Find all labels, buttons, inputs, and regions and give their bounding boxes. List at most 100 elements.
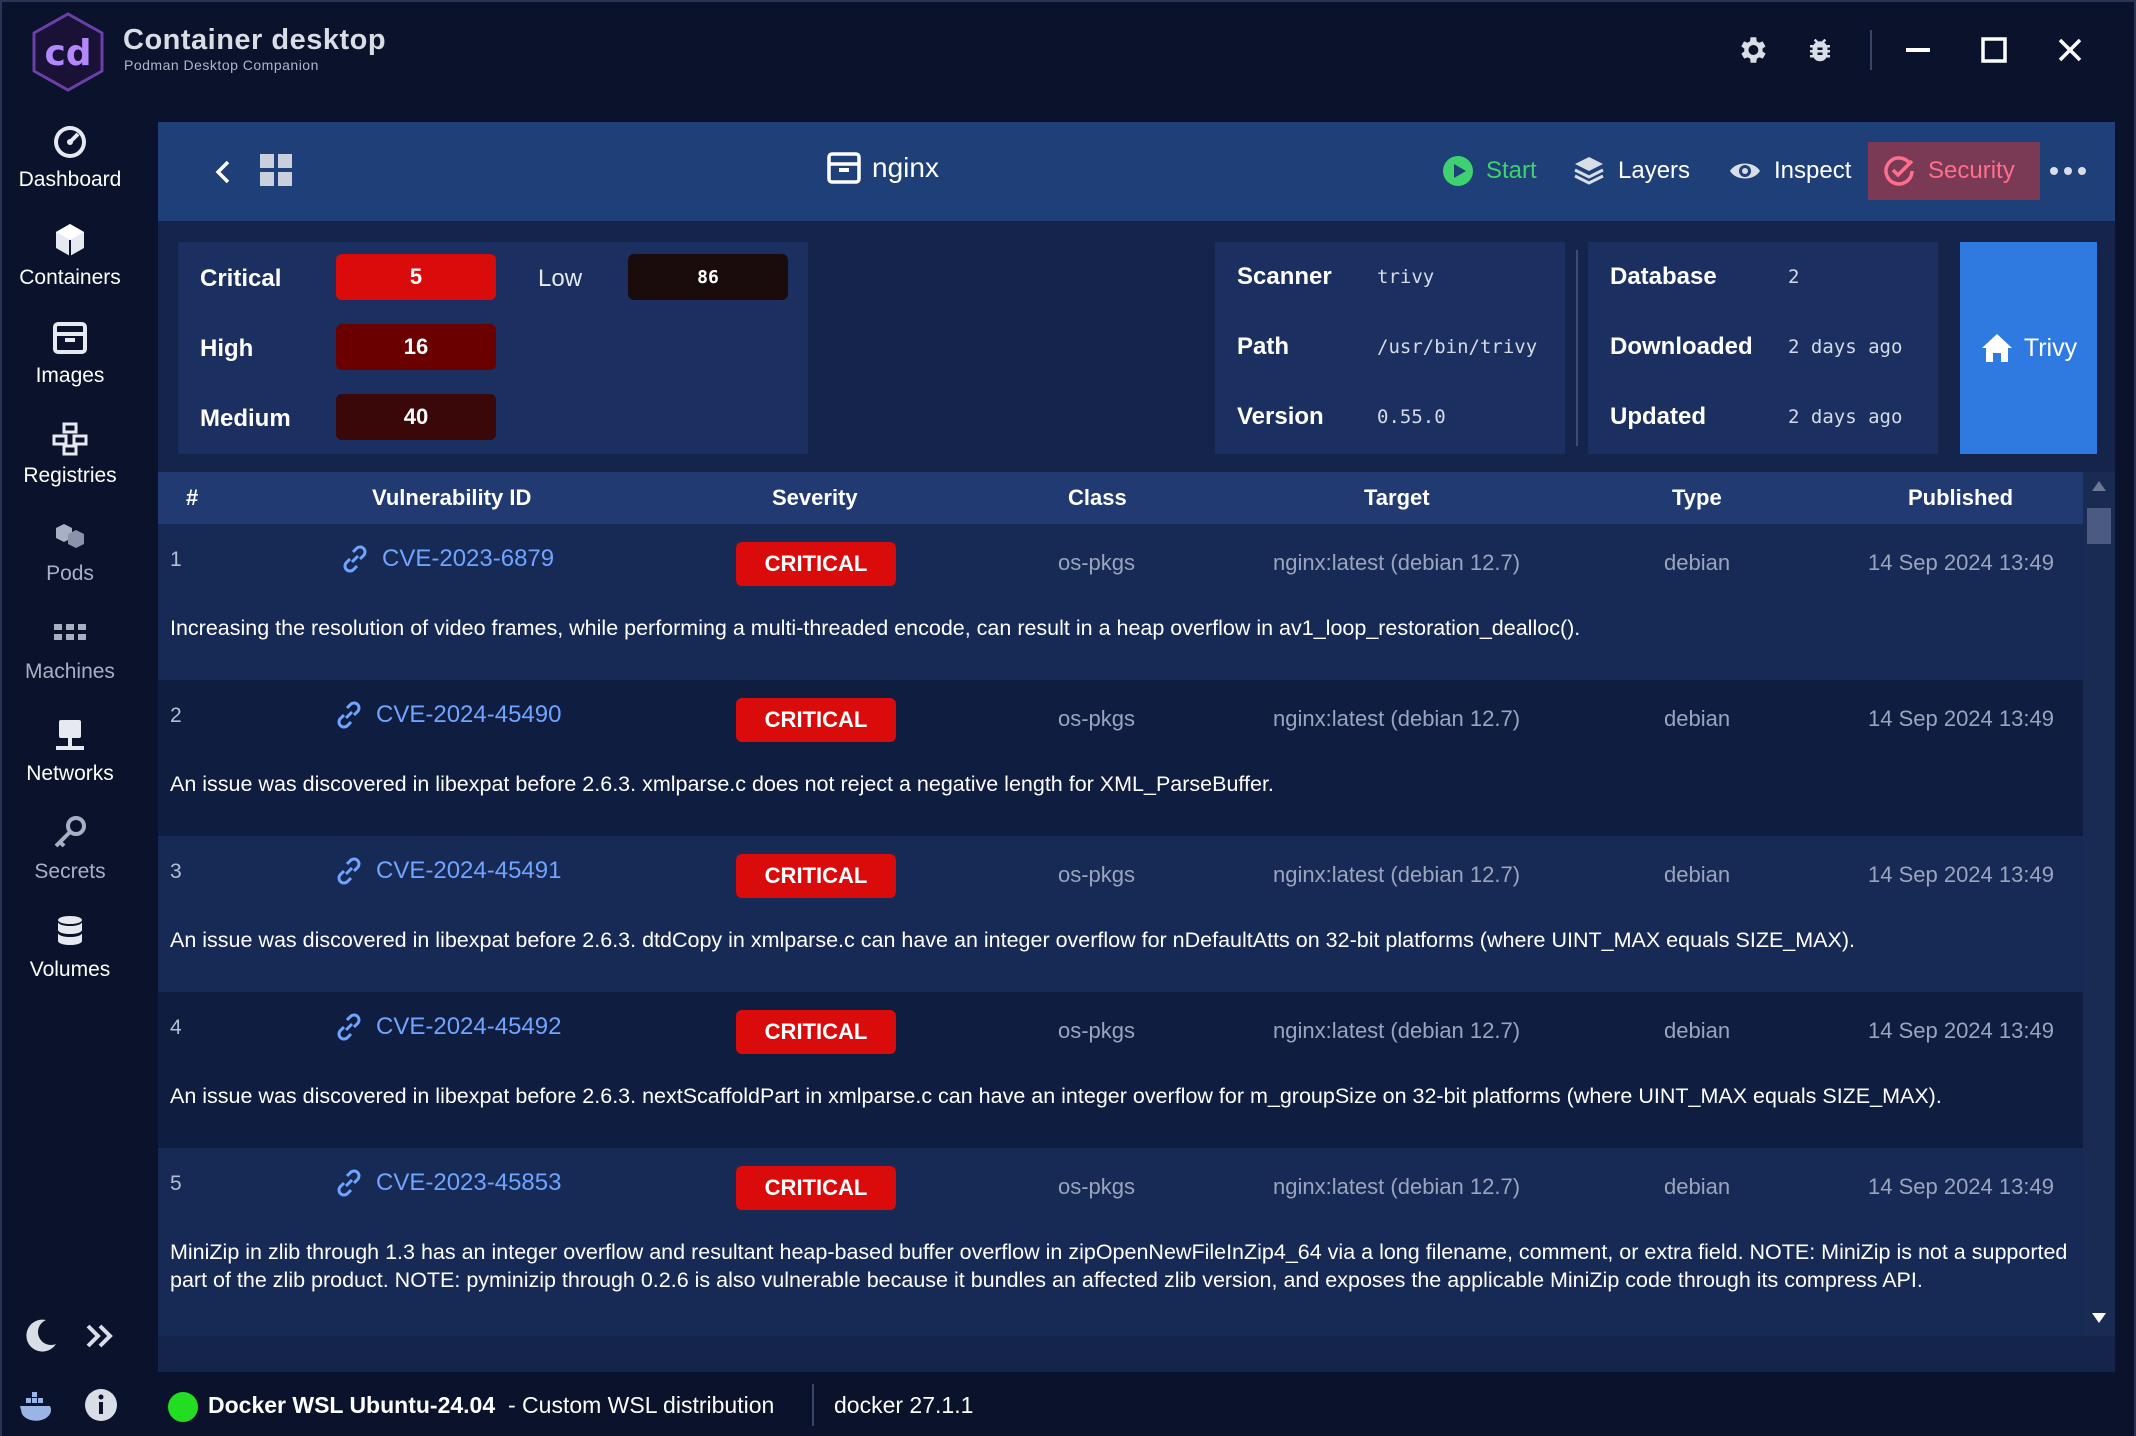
table-header: # Vulnerability ID Severity Class Target… [158,472,2083,524]
class-cell: os-pkgs [1058,706,1136,731]
sidebar-item-pods[interactable]: Pods [2,516,138,606]
target-cell: nginx:latest (debian 12.7) [1273,862,1521,887]
expand-sidebar-icon[interactable] [78,1314,122,1358]
link-icon [337,1013,361,1041]
row-index: 3 [170,860,182,883]
target-cell: nginx:latest (debian 12.7) [1273,1018,1521,1043]
database-label: Database [1610,263,1717,290]
security-button[interactable]: Security [1868,142,2040,200]
pods-icon [56,524,84,548]
sidebar-item-images[interactable]: Images [2,318,138,408]
scroll-thumb[interactable] [2087,508,2111,544]
col-severity-header[interactable]: Severity [772,472,858,524]
layers-button[interactable]: Layers [1558,142,1704,200]
scanner-value: trivy [1377,266,1435,288]
status-indicator-icon [168,1392,198,1422]
info-icon[interactable] [82,1386,120,1429]
table-row[interactable]: 4 CVE-2024-45492 CRITICAL os-pkgs nginx:… [158,992,2083,1148]
col-published-header[interactable]: Published [1908,472,2013,524]
minimize-icon[interactable] [1896,28,1940,72]
image-name: nginx [872,152,939,183]
vuln-id-link[interactable]: CVE-2024-45490 [332,698,561,732]
scroll-down-icon[interactable] [2091,1312,2107,1324]
sidebar-item-label: Secrets [34,860,106,883]
connection-detail: - Custom WSL distribution [508,1392,775,1418]
eye-icon [1730,163,1760,179]
table-row[interactable]: 3 CVE-2024-45491 CRITICAL os-pkgs nginx:… [158,836,2083,992]
severity-badge: CRITICAL [736,854,896,898]
status-separator [812,1384,814,1426]
layers-label: Layers [1618,157,1691,184]
col-target-header[interactable]: Target [1364,472,1430,524]
security-label: Security [1928,157,2015,184]
sidebar-item-containers[interactable]: Containers [2,220,138,310]
table-scrollbar[interactable] [2083,472,2115,1336]
inspect-button[interactable]: Inspect [1714,142,1865,200]
connection-name[interactable]: Docker WSL Ubuntu-24.04 [208,1392,495,1419]
published-cell: 14 Sep 2024 13:49 [1868,1174,2054,1199]
high-row: High [200,314,253,384]
sidebar-item-label: Images [35,364,105,387]
type-cell: debian [1664,706,1731,731]
close-icon[interactable] [2048,28,2092,72]
sidebar-item-registries[interactable]: Registries [2,418,138,508]
table-row[interactable]: 2 CVE-2024-45490 CRITICAL os-pkgs nginx:… [158,680,2083,836]
vuln-description: An issue was discovered in libexpat befo… [170,928,1855,952]
back-icon[interactable] [206,154,242,195]
sidebar-item-dashboard[interactable]: Dashboard [2,122,138,212]
class-cell: os-pkgs [1058,862,1136,887]
col-index-header[interactable]: # [186,472,198,524]
sidebar-item-machines[interactable]: Machines [2,614,138,704]
trivy-home-button[interactable]: Trivy [1960,242,2097,454]
high-count-badge: 16 [336,324,496,370]
link-icon [337,857,361,885]
more-options-icon[interactable] [2048,156,2088,191]
critical-label: Critical [200,265,282,292]
sidebar-item-secrets[interactable]: Secrets [2,814,138,904]
severity-badge: CRITICAL [736,542,896,586]
app-logo: cd [32,12,104,92]
sidebar-item-volumes[interactable]: Volumes [2,912,138,1002]
grid-icon[interactable] [258,152,294,193]
bug-icon[interactable] [1798,28,1842,72]
vuln-id: CVE-2024-45492 [376,1013,562,1040]
sidebar-item-label: Networks [26,762,114,785]
layers-icon [1574,157,1604,185]
table-row[interactable]: 5 CVE-2023-45853 CRITICAL os-pkgs nginx:… [158,1148,2083,1336]
sidebar-item-label: Machines [25,660,115,683]
high-label: High [200,335,254,362]
database-value: 2 [1788,266,1800,288]
target-cell: nginx:latest (debian 12.7) [1273,706,1521,731]
vuln-id: CVE-2024-45490 [376,701,562,728]
maximize-icon[interactable] [1972,28,2016,72]
published-cell: 14 Sep 2024 13:49 [1868,550,2054,575]
moon-icon[interactable] [18,1314,62,1358]
vuln-id-link[interactable]: CVE-2023-45853 [332,1166,561,1200]
class-cell: os-pkgs [1058,550,1136,575]
col-vuln-id-header[interactable]: Vulnerability ID [372,472,531,524]
downloaded-label: Downloaded [1610,333,1753,360]
start-button[interactable]: Start [1428,142,1551,200]
table-row[interactable]: 1 CVE-2023-6879 CRITICAL os-pkgs nginx:l… [158,524,2083,680]
scroll-up-icon[interactable] [2091,480,2107,492]
updated-value: 2 days ago [1788,406,1903,428]
sidebar-item-networks[interactable]: Networks [2,716,138,806]
vuln-id-link[interactable]: CVE-2023-6879 [338,542,554,576]
vuln-id: CVE-2023-45853 [376,1169,562,1196]
sidebar-item-label: Pods [46,562,94,585]
vulnerability-table-body: 1 CVE-2023-6879 CRITICAL os-pkgs nginx:l… [158,524,2083,1336]
gear-icon[interactable] [1730,28,1774,72]
type-cell: debian [1664,862,1731,887]
vuln-id-link[interactable]: CVE-2024-45491 [332,854,561,888]
vuln-description: An issue was discovered in libexpat befo… [170,772,1274,796]
col-class-header[interactable]: Class [1068,472,1127,524]
severity-badge: CRITICAL [736,1166,896,1210]
sidebar-item-label: Containers [19,266,121,289]
vuln-id-link[interactable]: CVE-2024-45492 [332,1010,561,1044]
dashboard-icon [54,126,86,158]
col-type-header[interactable]: Type [1672,472,1722,524]
app-window: cd Container desktop Podman Desktop Comp… [0,0,2136,1436]
check-circle-icon [1884,156,1914,186]
cube-icon [56,224,84,256]
whale-icon[interactable] [16,1386,56,1431]
